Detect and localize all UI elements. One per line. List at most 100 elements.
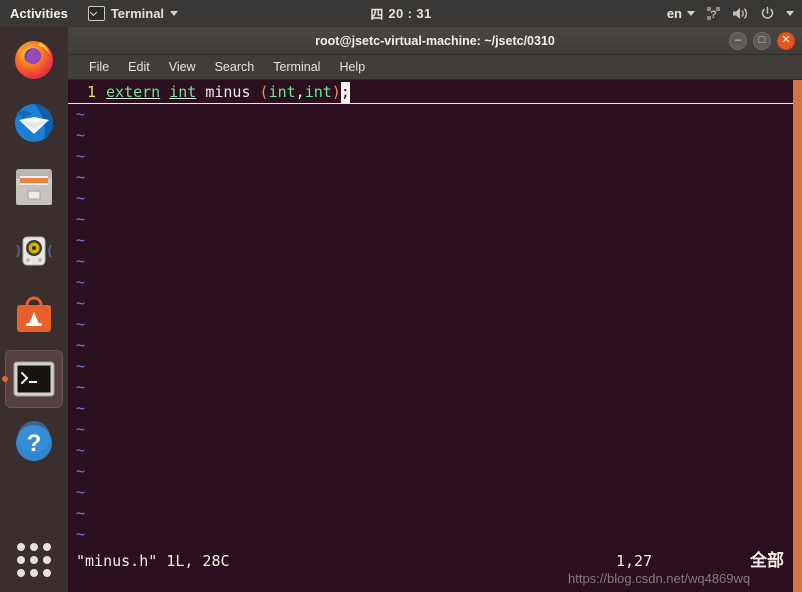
menu-item-edit[interactable]: Edit xyxy=(119,57,159,77)
chevron-down-icon[interactable] xyxy=(786,11,794,16)
language-label: en xyxy=(666,6,682,21)
tilde-marker: ~ xyxy=(76,462,86,480)
tilde-marker: ~ xyxy=(76,210,86,228)
clock-time-label: 20 : 31 xyxy=(388,6,432,21)
tilde-marker: ~ xyxy=(76,357,86,375)
apps-grid-icon xyxy=(17,543,51,577)
clock-day-label: 四 xyxy=(370,7,384,22)
code-token-0: extern xyxy=(106,83,161,101)
power-icon[interactable] xyxy=(760,6,775,21)
vim-empty-lines: ~ ~ ~ ~ ~ ~ ~ ~ ~ ~ ~ ~ ~ ~ ~ ~ ~ ~ ~ ~ ~ xyxy=(68,104,793,545)
dock: ? xyxy=(0,27,68,592)
dock-item-rhythmbox[interactable] xyxy=(0,219,68,283)
vim-tilde-row: ~ xyxy=(68,188,793,209)
vim-tilde-row: ~ xyxy=(68,524,793,545)
terminal-scrollbar-thumb[interactable] xyxy=(793,80,802,592)
dock-item-terminal[interactable] xyxy=(0,347,68,411)
top-panel: Activities Terminal 四 20 : 31 en ? xyxy=(0,0,802,27)
dock-item-files[interactable] xyxy=(0,155,68,219)
show-applications-button[interactable] xyxy=(0,532,68,588)
vim-tilde-row: ~ xyxy=(68,398,793,419)
window-title-bar[interactable]: root@jsetc-virtual-machine: ~/jsetc/0310… xyxy=(68,27,802,55)
vim-tilde-row: ~ xyxy=(68,272,793,293)
tilde-marker: ~ xyxy=(76,378,86,396)
app-menu-label: Terminal xyxy=(110,6,165,21)
window-controls: – □ ✕ xyxy=(729,27,795,54)
ubuntu-software-icon xyxy=(5,286,63,344)
maximize-icon: □ xyxy=(758,34,766,46)
watermark-text: https://blog.csdn.net/wq4869wq xyxy=(568,571,751,586)
vim-tilde-row: ~ xyxy=(68,356,793,377)
dock-item-help[interactable]: ? xyxy=(0,411,68,475)
vim-tilde-row: ~ xyxy=(68,482,793,503)
vim-tilde-row: ~ xyxy=(68,335,793,356)
code-token-10: ) xyxy=(331,83,341,101)
code-token-1 xyxy=(160,83,169,101)
vim-tilde-row: ~ xyxy=(68,419,793,440)
rhythmbox-icon xyxy=(5,222,63,280)
vim-tilde-row: ~ xyxy=(68,314,793,335)
code-token-4: minus xyxy=(205,83,251,101)
activities-button[interactable]: Activities xyxy=(0,0,80,27)
menu-item-search[interactable]: Search xyxy=(206,57,264,77)
terminal-app-icon xyxy=(5,350,63,408)
vim-tilde-row: ~ xyxy=(68,251,793,272)
minimize-icon: – xyxy=(734,34,742,46)
app-menu-terminal[interactable]: Terminal xyxy=(80,6,186,21)
code-token-3 xyxy=(196,83,205,101)
tilde-marker: ~ xyxy=(76,273,86,291)
running-indicator-dot xyxy=(2,376,8,382)
tilde-marker: ~ xyxy=(76,336,86,354)
volume-icon[interactable] xyxy=(732,6,749,21)
close-icon: ✕ xyxy=(781,34,791,46)
code-token-5 xyxy=(251,83,260,101)
code-token-6: ( xyxy=(259,83,269,101)
tilde-marker: ~ xyxy=(76,420,86,438)
code-line-1[interactable]: 1 extern int minus (int,int); xyxy=(68,82,793,104)
vim-tilde-row: ~ xyxy=(68,146,793,167)
tilde-marker: ~ xyxy=(76,294,86,312)
dock-item-thunderbird[interactable] xyxy=(0,91,68,155)
system-status-area: en ? xyxy=(667,6,794,21)
clock[interactable]: 四 20 : 31 xyxy=(370,4,431,23)
status-file-info: "minus.h" 1L, 28C xyxy=(76,551,230,570)
menu-item-view[interactable]: View xyxy=(160,57,205,77)
vim-tilde-row: ~ xyxy=(68,503,793,524)
status-scroll-percent: 全部 xyxy=(750,550,784,571)
chevron-down-icon xyxy=(170,11,179,16)
tilde-marker: ~ xyxy=(76,525,86,543)
tilde-marker: ~ xyxy=(76,105,86,123)
tilde-marker: ~ xyxy=(76,231,86,249)
tilde-marker: ~ xyxy=(76,126,86,144)
menu-item-file[interactable]: File xyxy=(80,57,118,77)
vim-editor[interactable]: 1 extern int minus (int,int); ~ ~ ~ ~ ~ ~ ~ ~ ~ ~… xyxy=(68,80,793,592)
text-cursor: ; xyxy=(340,82,350,103)
code-token-7: int xyxy=(268,83,296,101)
vim-tilde-row: ~ xyxy=(68,104,793,125)
menu-bar: File Edit View Search Terminal Help xyxy=(68,55,802,80)
menu-item-terminal[interactable]: Terminal xyxy=(264,57,329,77)
maximize-button[interactable]: □ xyxy=(753,31,771,50)
dock-item-ubuntu-software[interactable] xyxy=(0,283,68,347)
code-token-2: int xyxy=(169,83,197,101)
svg-text:?: ? xyxy=(710,9,717,21)
tilde-marker: ~ xyxy=(76,441,86,459)
vim-tilde-row: ~ xyxy=(68,440,793,461)
dock-item-firefox[interactable] xyxy=(0,27,68,91)
close-button[interactable]: ✕ xyxy=(777,31,795,50)
terminal-icon xyxy=(87,6,105,21)
code-token-9: int xyxy=(304,83,332,101)
tilde-marker: ~ xyxy=(76,504,86,522)
chevron-down-icon xyxy=(687,11,695,16)
terminal-scrollbar[interactable] xyxy=(793,80,802,592)
accessibility-icon[interactable]: ? xyxy=(706,6,721,21)
tilde-marker: ~ xyxy=(76,189,86,207)
tilde-marker: ~ xyxy=(76,252,86,270)
menu-item-help[interactable]: Help xyxy=(330,57,374,77)
minimize-button[interactable]: – xyxy=(729,31,747,50)
vim-tilde-row: ~ xyxy=(68,209,793,230)
help-icon: ? xyxy=(5,414,63,472)
terminal-content-area[interactable]: 1 extern int minus (int,int); ~ ~ ~ ~ ~ ~ ~ ~ ~ ~… xyxy=(68,80,802,592)
terminal-window: root@jsetc-virtual-machine: ~/jsetc/0310… xyxy=(68,27,802,592)
keyboard-language-indicator[interactable]: en xyxy=(667,6,695,21)
